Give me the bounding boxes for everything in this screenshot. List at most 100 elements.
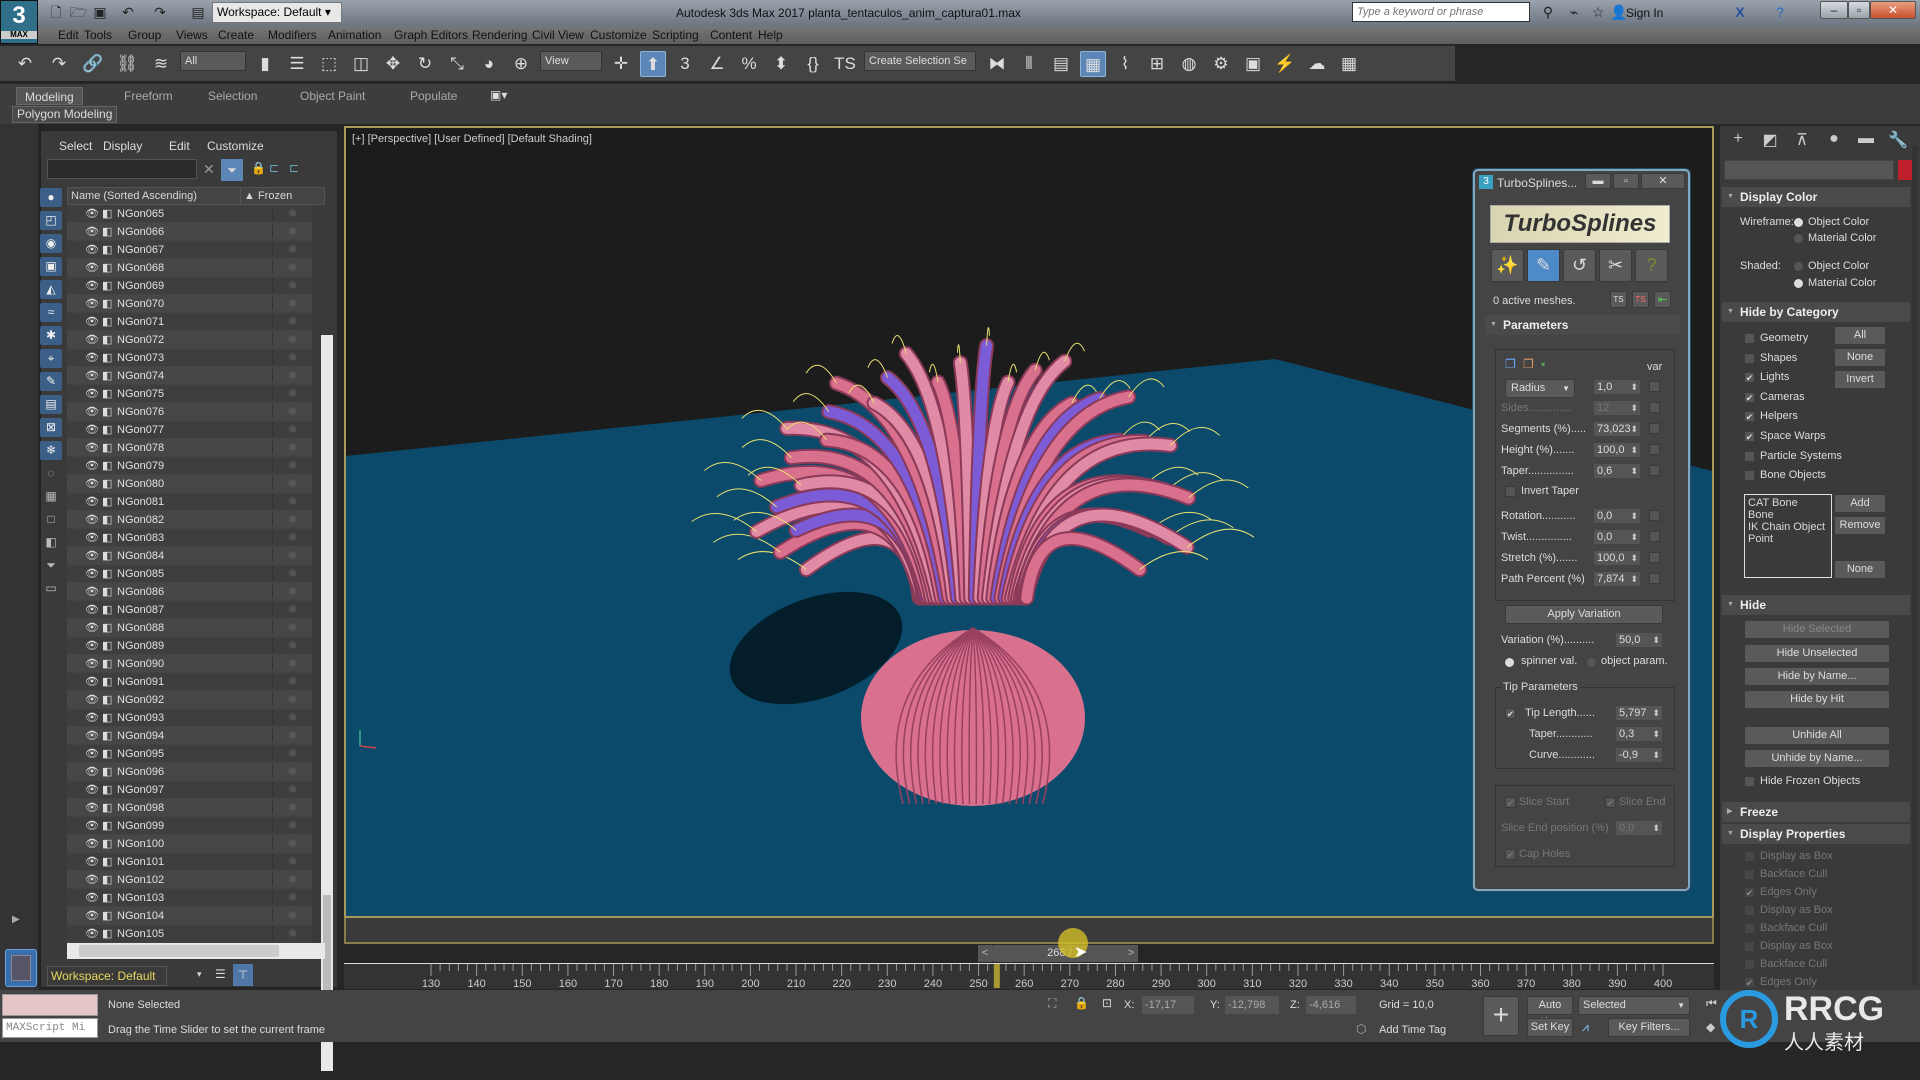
param-spinner[interactable]: 12 <box>1593 400 1641 416</box>
explorer-search-input[interactable] <box>47 159 197 179</box>
display-shapes-icon[interactable]: ◰ <box>40 211 62 230</box>
visibility-eye-icon[interactable]: 👁 ◧ <box>85 279 117 292</box>
search-input[interactable] <box>1352 2 1530 22</box>
visibility-eye-icon[interactable]: 👁 ◧ <box>85 909 117 922</box>
transform-mode-icon[interactable]: ⊡ <box>1102 996 1112 1010</box>
frozen-snowflake-icon[interactable]: ❄ <box>272 639 312 652</box>
key-mode-dropdown[interactable]: Selected ▼ <box>1578 996 1690 1015</box>
list-item[interactable]: 👁 ◧ NGon072 ❄ <box>67 331 312 349</box>
menu-group[interactable]: Group <box>128 28 161 42</box>
frozen-snowflake-icon[interactable]: ❄ <box>272 423 312 436</box>
hide-frozen-checkbox[interactable] <box>1744 776 1755 787</box>
filter-icon[interactable]: ⏷ <box>221 159 243 181</box>
param-spinner[interactable]: 0,0 <box>1593 508 1641 524</box>
parameters-rollout-header[interactable]: Parameters <box>1485 315 1680 335</box>
snap-3d-icon[interactable]: 3 <box>672 51 698 77</box>
spinner-val-radio[interactable] <box>1505 658 1514 667</box>
visibility-eye-icon[interactable]: 👁 ◧ <box>85 675 117 688</box>
lock-icon[interactable]: 🔒 <box>251 161 266 175</box>
rotate-icon[interactable]: ↻ <box>412 51 438 77</box>
explorer-vertical-scrollbar[interactable] <box>321 335 333 1071</box>
ribbon-options-icon[interactable]: ▣▾ <box>490 88 507 102</box>
frozen-snowflake-icon[interactable]: ❄ <box>272 585 312 598</box>
display-all-icon[interactable]: ▦ <box>40 487 62 506</box>
visibility-eye-icon[interactable]: 👁 ◧ <box>85 387 117 400</box>
expand-arrow-icon[interactable]: ▶ <box>12 914 20 925</box>
visibility-eye-icon[interactable]: 👁 ◧ <box>85 639 117 652</box>
visibility-eye-icon[interactable]: 👁 ◧ <box>85 693 117 706</box>
frozen-snowflake-icon[interactable]: ❄ <box>272 873 312 886</box>
list-item[interactable]: 👁 ◧ NGon082 ❄ <box>67 511 312 529</box>
display-property-checkbox[interactable] <box>1744 959 1755 970</box>
use-pivot-icon[interactable]: ⊕ <box>508 51 534 77</box>
render-production-icon[interactable]: ⚡ <box>1272 51 1298 77</box>
visibility-eye-icon[interactable]: 👁 ◧ <box>85 927 117 940</box>
menu-rendering[interactable]: Rendering <box>472 28 527 42</box>
paste-icon[interactable]: ❐ <box>1523 357 1534 371</box>
explorer-workspace-dropdown[interactable]: Workspace: Default <box>47 966 167 986</box>
col-name[interactable]: Name (Sorted Ascending) <box>71 190 197 202</box>
list-item[interactable]: 👁 ◧ NGon078 ❄ <box>67 439 312 457</box>
object-param-radio[interactable] <box>1587 658 1596 667</box>
visibility-eye-icon[interactable]: 👁 ◧ <box>85 585 117 598</box>
hide-button-hide-by-name[interactable]: Hide by Name... <box>1744 667 1890 686</box>
favorites-star-icon[interactable]: ☆ <box>1590 4 1606 20</box>
selection-lock-icon[interactable]: 🔒 <box>1074 996 1089 1010</box>
frozen-snowflake-icon[interactable]: ❄ <box>272 783 312 796</box>
display-property-checkbox[interactable] <box>1744 869 1755 880</box>
visibility-eye-icon[interactable]: 👁 ◧ <box>85 819 117 832</box>
frozen-snowflake-icon[interactable]: ❄ <box>272 387 312 400</box>
list-item[interactable]: 👁 ◧ NGon066 ❄ <box>67 223 312 241</box>
display-xrefs-icon[interactable]: ▤ <box>40 395 62 414</box>
toggle-ribbon-icon[interactable]: ▦ <box>1080 51 1106 77</box>
layer-explorer-icon[interactable]: ☰ <box>215 967 226 981</box>
hierarchy-expand-icon[interactable]: ⊏ <box>269 161 279 175</box>
bone-objects-list[interactable]: CAT Bone Bone IK Chain Object Point <box>1744 494 1832 578</box>
tools-icon[interactable]: ✂ <box>1599 249 1632 282</box>
category-checkbox[interactable]: ✔ <box>1744 372 1755 384</box>
list-item[interactable]: 👁 ◧ NGon090 ❄ <box>67 655 312 673</box>
menu-help[interactable]: Help <box>758 28 783 42</box>
visibility-eye-icon[interactable]: 👁 ◧ <box>85 855 117 868</box>
prev-frame-button[interactable]: < <box>978 945 992 962</box>
display-properties-rollout-header[interactable]: Display Properties <box>1722 824 1910 844</box>
menu-views[interactable]: Views <box>176 28 208 42</box>
display-groups-icon[interactable]: ⊠ <box>40 418 62 437</box>
binoculars-icon[interactable]: ⚲ <box>1540 4 1556 20</box>
visibility-eye-icon[interactable]: 👁 ◧ <box>85 423 117 436</box>
visibility-eye-icon[interactable]: 👁 ◧ <box>85 225 117 238</box>
frozen-snowflake-icon[interactable]: ❄ <box>272 693 312 706</box>
link-icon[interactable]: 🔗 <box>80 51 106 77</box>
param-spinner[interactable]: 0,0 <box>1593 529 1641 545</box>
explorer-horizontal-scrollbar[interactable] <box>67 943 325 959</box>
menu-create[interactable]: Create <box>218 28 254 42</box>
menu-edit[interactable]: Edit <box>58 28 79 42</box>
wireframe-material-color-radio[interactable] <box>1794 234 1803 243</box>
param-var-checkbox[interactable] <box>1649 465 1660 476</box>
visibility-eye-icon[interactable]: 👁 ◧ <box>85 711 117 724</box>
param-var-checkbox[interactable] <box>1649 444 1660 455</box>
select-by-name-icon[interactable]: ☰ <box>284 51 310 77</box>
move-icon[interactable]: ✥ <box>380 51 406 77</box>
shaded-material-color-radio[interactable] <box>1794 279 1803 288</box>
list-item[interactable]: 👁 ◧ NGon101 ❄ <box>67 853 312 871</box>
auto-key-button[interactable]: Auto Key <box>1527 996 1573 1028</box>
key-tangent-icon[interactable]: ⩘ <box>1582 1020 1589 1035</box>
frozen-snowflake-icon[interactable]: ❄ <box>272 729 312 742</box>
display-particles-icon[interactable]: ✱ <box>40 326 62 345</box>
add-button[interactable]: Add <box>1834 494 1886 513</box>
invert-taper-checkbox[interactable] <box>1505 486 1516 497</box>
visibility-eye-icon[interactable]: 👁 ◧ <box>85 891 117 904</box>
menu-tools[interactable]: Tools <box>84 28 112 42</box>
list-item[interactable]: 👁 ◧ NGon076 ❄ <box>67 403 312 421</box>
frozen-snowflake-icon[interactable]: ❄ <box>272 261 312 274</box>
menu-customize[interactable]: Customize <box>590 28 647 42</box>
slice-end-checkbox[interactable]: ✔ <box>1605 797 1616 808</box>
undo-icon[interactable]: ↶ <box>120 4 136 20</box>
hide-button-unhide-all[interactable]: Unhide All <box>1744 726 1890 745</box>
redo-icon[interactable]: ↷ <box>46 51 72 77</box>
category-checkbox[interactable]: ✔ <box>1744 391 1755 403</box>
save-icon[interactable]: ▣ <box>92 4 108 20</box>
visibility-eye-icon[interactable]: 👁 ◧ <box>85 513 117 526</box>
freeze-rollout-header[interactable]: Freeze <box>1722 802 1910 822</box>
